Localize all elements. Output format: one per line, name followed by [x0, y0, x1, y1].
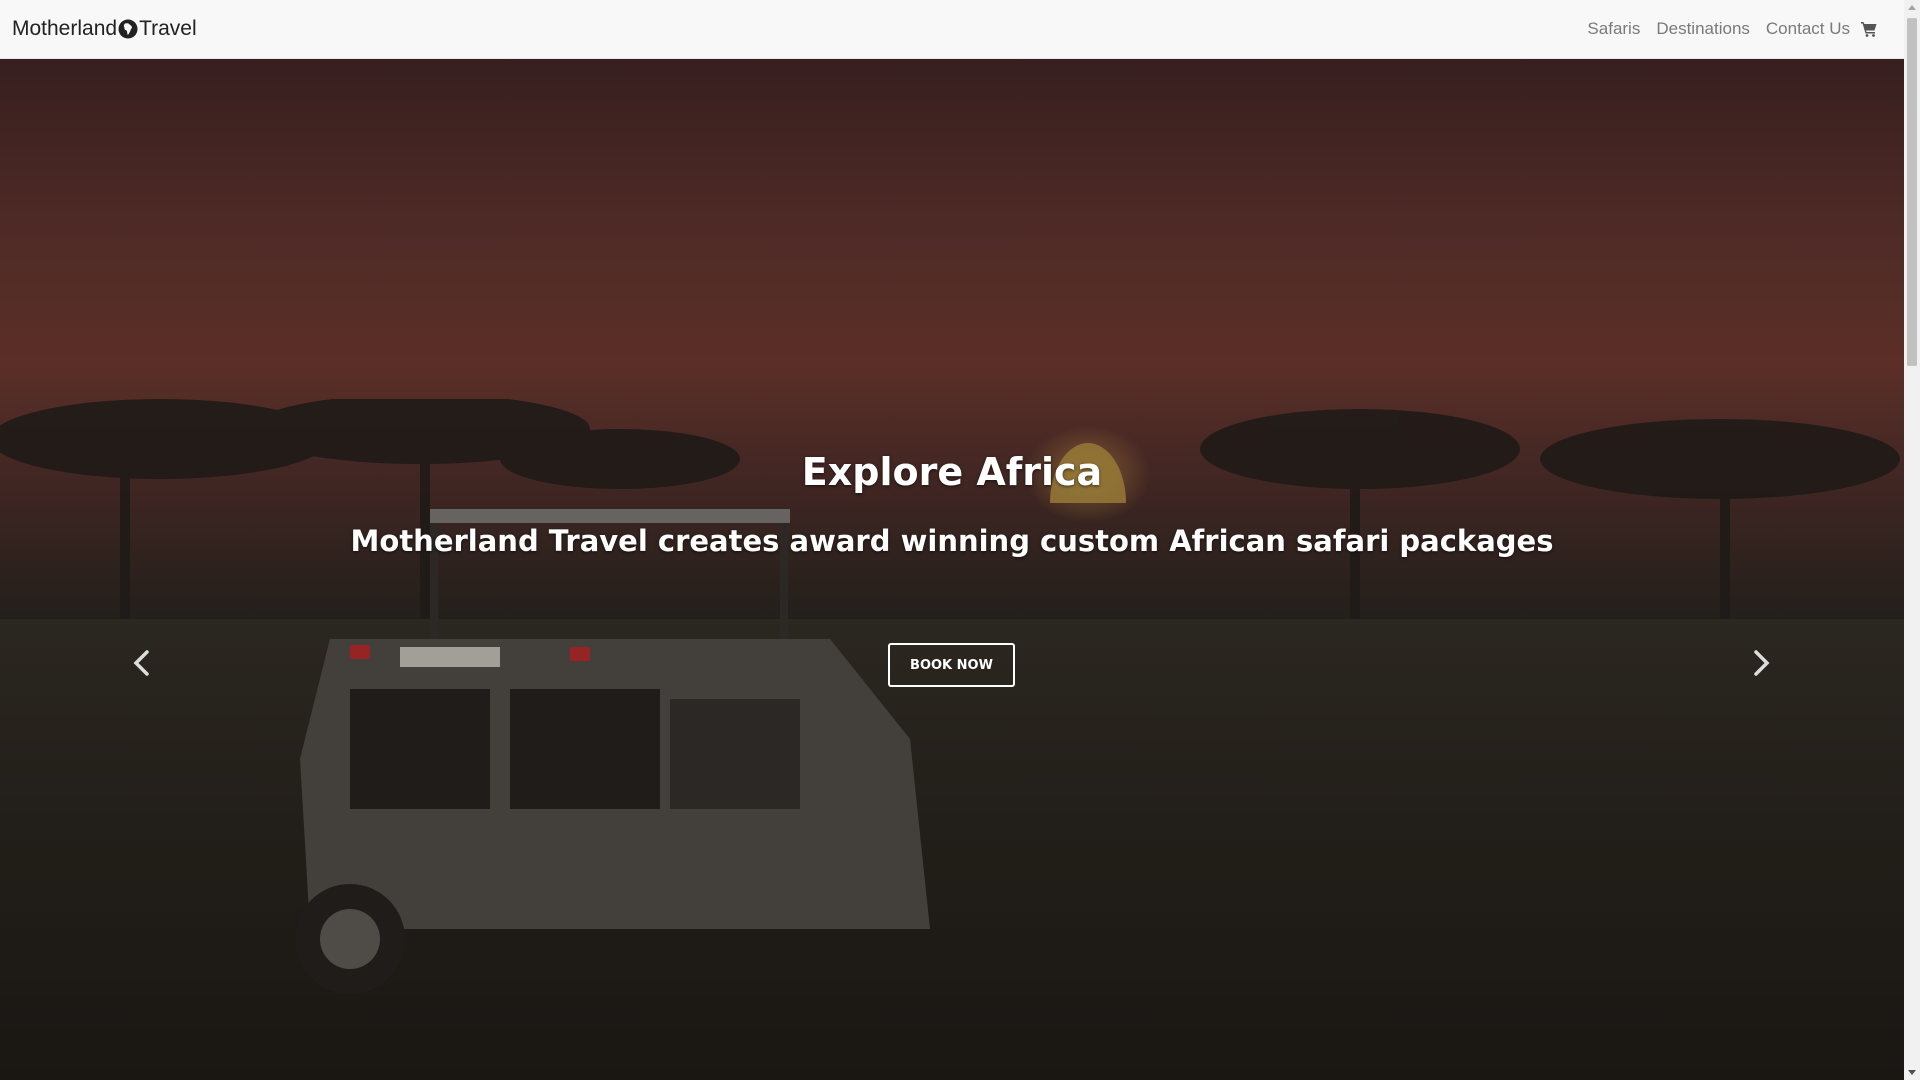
carousel-prev-button[interactable] [121, 641, 161, 685]
chevron-left-icon [133, 650, 149, 676]
hero-subtitle: Motherland Travel creates award winning … [350, 524, 1554, 558]
hero-dark-overlay [0, 59, 1904, 1080]
nav-link-destinations[interactable]: Destinations [1656, 19, 1750, 39]
nav-link-safaris[interactable]: Safaris [1587, 19, 1640, 39]
scroll-down-arrow-icon[interactable] [1908, 1070, 1916, 1075]
hero-carousel [0, 59, 1904, 1080]
scroll-up-arrow-icon[interactable] [1908, 5, 1916, 10]
shopping-cart-icon[interactable] [1860, 20, 1878, 38]
nav-link-contact-us[interactable]: Contact Us [1766, 19, 1850, 39]
vertical-scrollbar[interactable] [1904, 0, 1920, 1080]
globe-africa-icon [118, 19, 138, 39]
brand-text-left: Motherland [12, 17, 118, 40]
top-navbar: Motherland Travel Safaris Destinations C… [0, 0, 1904, 59]
hero-title: Explore Africa [801, 450, 1103, 494]
book-now-button[interactable]: BOOK NOW [888, 643, 1015, 687]
chevron-right-icon [1754, 650, 1770, 676]
scrollbar-thumb[interactable] [1907, 18, 1917, 366]
brand-text-right: Travel [139, 17, 197, 40]
brand-logo[interactable]: Motherland Travel [12, 17, 197, 41]
nav-links: Safaris Destinations Contact Us [1587, 19, 1892, 39]
carousel-next-button[interactable] [1742, 641, 1782, 685]
